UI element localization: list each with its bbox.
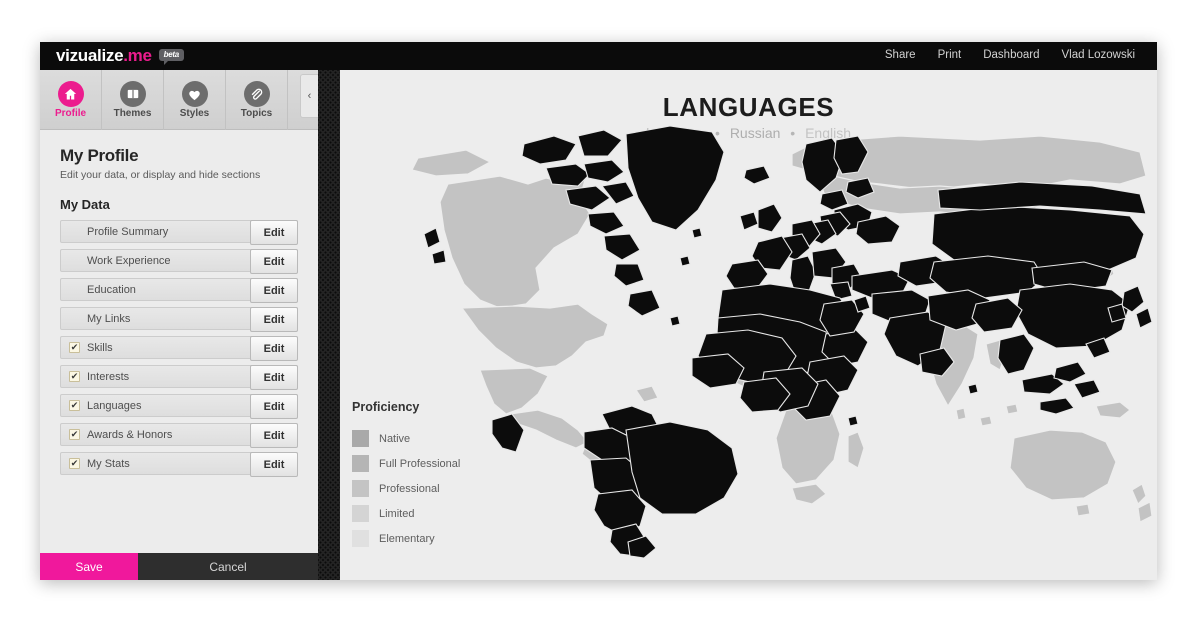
- legend-item-elementary: Elementary: [352, 526, 460, 551]
- visualization-canvas: LANGUAGES Ukrainian • Russian • English: [340, 70, 1157, 580]
- list-item-label: Profile Summary: [87, 225, 169, 238]
- legend-label: Native: [379, 432, 411, 445]
- tab-profile-label: Profile: [54, 108, 87, 119]
- legend-label: Elementary: [379, 532, 435, 545]
- edit-button[interactable]: Edit: [250, 220, 298, 245]
- legend-item-professional: Professional: [352, 476, 460, 501]
- edit-button[interactable]: Edit: [250, 307, 298, 332]
- page-subtitle: Edit your data, or display and hide sect…: [60, 169, 261, 181]
- check-icon[interactable]: ✔: [69, 458, 80, 469]
- legend-label: Full Professional: [379, 457, 461, 470]
- cancel-button[interactable]: Cancel: [138, 553, 318, 580]
- list-item-label: Languages: [87, 399, 142, 412]
- list-item-label: My Stats: [87, 457, 130, 470]
- edit-button[interactable]: Edit: [250, 278, 298, 303]
- panel-divider: [318, 70, 340, 580]
- list-item-label: Awards & Honors: [87, 428, 173, 441]
- legend-swatch: [352, 480, 369, 497]
- nav-link-user[interactable]: Vlad Lozowski: [1061, 50, 1135, 62]
- legend-item-native: Native: [352, 426, 460, 451]
- section-title-my-data: My Data: [60, 197, 110, 212]
- list-item[interactable]: ✔ Skills Edit: [60, 336, 298, 361]
- check-icon[interactable]: ✔: [69, 429, 80, 440]
- edit-button[interactable]: Edit: [250, 423, 298, 448]
- sidebar-tabstrip: Profile Themes Styles Topics ‹: [40, 70, 318, 130]
- tab-topics[interactable]: Topics: [226, 70, 288, 130]
- paperclip-icon: [243, 81, 270, 107]
- legend-title: Proficiency: [352, 400, 420, 414]
- brand-logo[interactable]: vizualize. me beta: [56, 47, 184, 65]
- tab-styles-label: Styles: [179, 108, 210, 119]
- brand-name-second: me: [127, 46, 152, 65]
- legend-swatch: [352, 455, 369, 472]
- nav-link-share[interactable]: Share: [885, 50, 916, 62]
- edit-button[interactable]: Edit: [250, 249, 298, 274]
- legend-item-limited: Limited: [352, 501, 460, 526]
- list-item[interactable]: ✔ Awards & Honors Edit: [60, 423, 298, 448]
- home-icon: [57, 81, 84, 107]
- check-icon[interactable]: ✔: [69, 371, 80, 382]
- edit-button[interactable]: Edit: [250, 394, 298, 419]
- sidebar-body: My Profile Edit your data, or display an…: [40, 130, 318, 580]
- list-item[interactable]: ✔ Languages Edit: [60, 394, 298, 419]
- chevron-left-icon: ‹: [307, 90, 312, 102]
- heart-icon: [181, 81, 208, 107]
- sidebar-panel: Profile Themes Styles Topics ‹ My Profil…: [40, 70, 318, 580]
- book-icon: [119, 81, 146, 107]
- top-bar: vizualize. me beta Share Print Dashboard …: [40, 42, 1157, 70]
- edit-button[interactable]: Edit: [250, 452, 298, 477]
- tab-profile[interactable]: Profile: [40, 70, 102, 130]
- legend-label: Professional: [379, 482, 440, 495]
- list-item[interactable]: ✔ My Links Edit: [60, 307, 298, 332]
- page-title: My Profile: [60, 146, 139, 165]
- map-legend: Proficiency Native Full Professional Pro…: [352, 400, 460, 551]
- legend-item-full-professional: Full Professional: [352, 451, 460, 476]
- world-map[interactable]: [340, 118, 1157, 558]
- nav-link-print[interactable]: Print: [938, 50, 962, 62]
- save-button[interactable]: Save: [40, 553, 138, 580]
- tab-topics-label: Topics: [240, 108, 273, 119]
- my-data-list: ✔ Profile Summary Edit ✔ Work Experience…: [60, 220, 298, 477]
- list-item[interactable]: ✔ Interests Edit: [60, 365, 298, 390]
- top-navigation: Share Print Dashboard Vlad Lozowski: [885, 50, 1135, 62]
- list-item-label: Interests: [87, 370, 130, 383]
- legend-swatch: [352, 530, 369, 547]
- list-item-label: Education: [87, 283, 136, 296]
- nav-link-dashboard[interactable]: Dashboard: [983, 50, 1039, 62]
- check-icon[interactable]: ✔: [69, 400, 80, 411]
- legend-swatch: [352, 505, 369, 522]
- list-item-label: Work Experience: [87, 254, 171, 267]
- sidebar-collapse-button[interactable]: ‹: [300, 74, 318, 118]
- edit-button[interactable]: Edit: [250, 365, 298, 390]
- list-item[interactable]: ✔ My Stats Edit: [60, 452, 298, 477]
- list-item[interactable]: ✔ Education Edit: [60, 278, 298, 303]
- list-item[interactable]: ✔ Profile Summary Edit: [60, 220, 298, 245]
- tab-themes[interactable]: Themes: [102, 70, 164, 130]
- edit-button[interactable]: Edit: [250, 336, 298, 361]
- check-icon[interactable]: ✔: [69, 342, 80, 353]
- sidebar-footer: Save Cancel: [40, 553, 318, 580]
- list-item-label: My Links: [87, 312, 131, 325]
- tab-themes-label: Themes: [113, 108, 152, 119]
- list-item-label: Skills: [87, 341, 113, 354]
- beta-badge: beta: [158, 49, 184, 65]
- app-root: vizualize. me beta Share Print Dashboard …: [0, 0, 1200, 624]
- list-item[interactable]: ✔ Work Experience Edit: [60, 249, 298, 274]
- legend-label: Limited: [379, 507, 415, 520]
- tab-styles[interactable]: Styles: [164, 70, 226, 130]
- brand-name-first: vizualize: [56, 46, 124, 65]
- legend-swatch: [352, 430, 369, 447]
